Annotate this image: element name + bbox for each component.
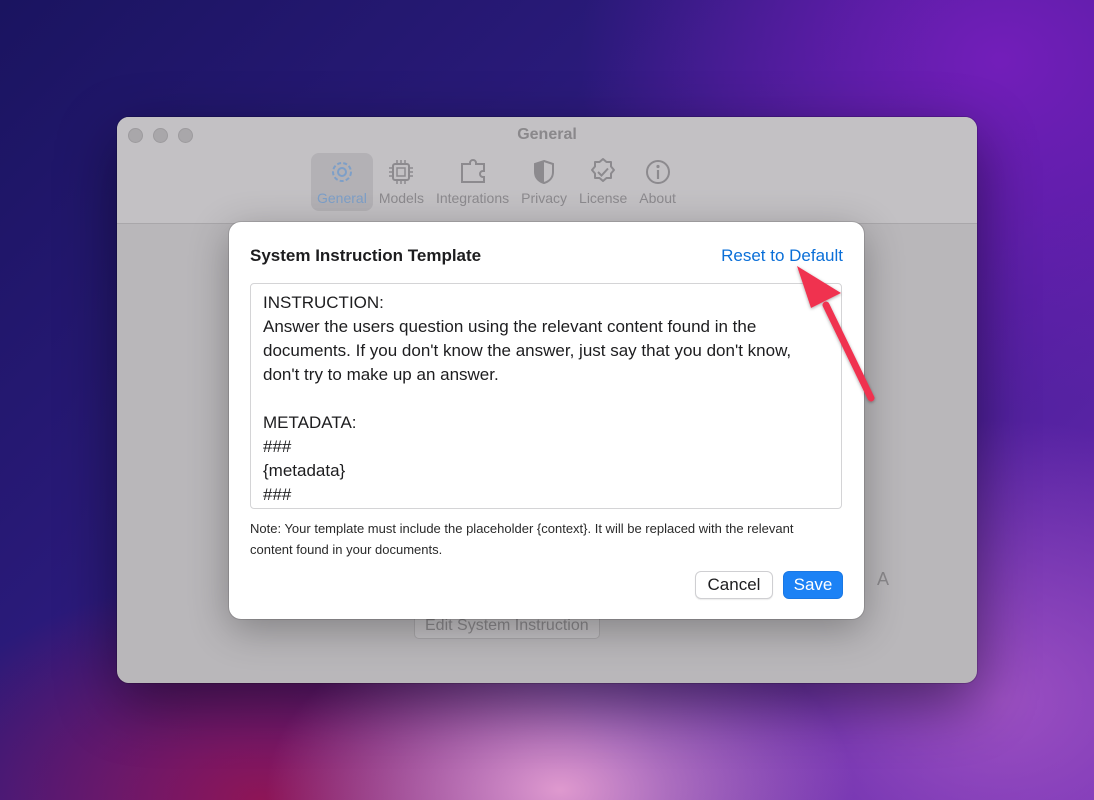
tab-integrations[interactable]: Integrations <box>430 153 515 211</box>
shield-icon <box>529 157 559 187</box>
window-title: General <box>517 126 577 143</box>
chip-icon <box>386 157 416 187</box>
tab-privacy-label: Privacy <box>521 190 568 206</box>
background-label: A <box>877 569 890 589</box>
tab-models[interactable]: Models <box>373 153 430 211</box>
title-bar: General General Models Integrations Priv… <box>117 117 977 224</box>
tab-models-label: Models <box>378 190 424 206</box>
puzzle-icon <box>458 157 488 187</box>
tab-license-label: License <box>579 190 628 206</box>
reset-to-default-link[interactable]: Reset to Default <box>721 246 843 266</box>
tab-about[interactable]: About <box>633 153 682 211</box>
tab-about-label: About <box>639 190 676 206</box>
settings-toolbar: General Models Integrations Privacy Lice… <box>311 153 682 211</box>
cancel-button[interactable]: Cancel <box>695 571 773 599</box>
dialog-title: System Instruction Template <box>250 246 482 265</box>
template-note: Note: Your template must include the pla… <box>250 521 794 557</box>
tab-general-label: General <box>317 190 367 206</box>
template-text-editor[interactable]: INSTRUCTION: Answer the users question u… <box>250 283 842 509</box>
tab-license[interactable]: License <box>573 153 633 211</box>
save-button[interactable]: Save <box>783 571 843 599</box>
checkmark-seal-icon <box>588 157 618 187</box>
gear-icon <box>327 157 357 187</box>
tab-privacy[interactable]: Privacy <box>515 153 573 211</box>
tab-integrations-label: Integrations <box>435 190 510 206</box>
system-instruction-dialog: System Instruction Template Reset to Def… <box>229 222 864 619</box>
tab-general[interactable]: General <box>311 153 373 211</box>
info-icon <box>643 157 673 187</box>
